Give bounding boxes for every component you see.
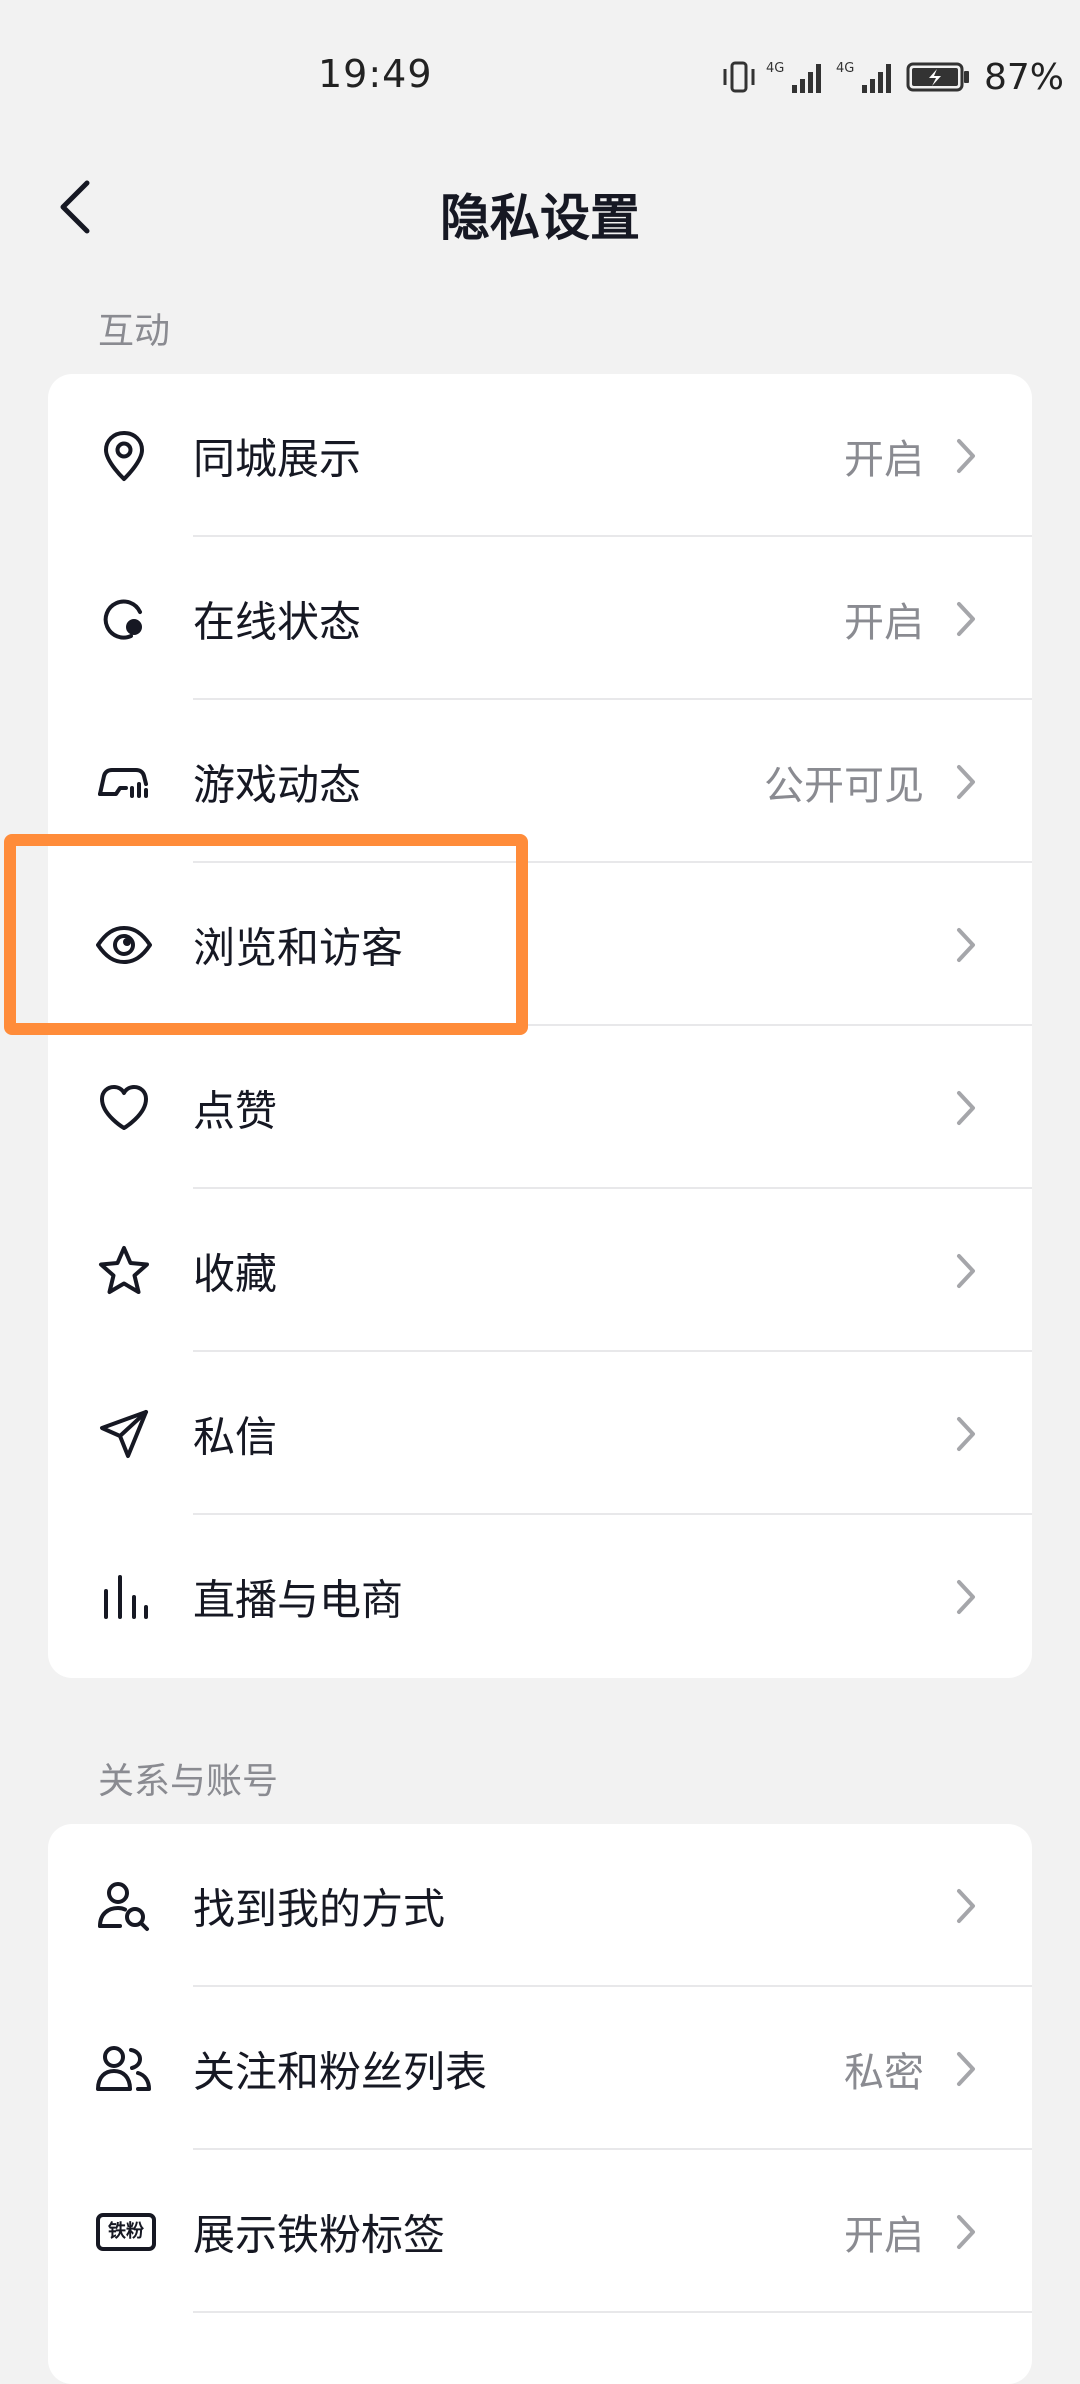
signal-label-1: 4G bbox=[766, 61, 784, 76]
heart-icon bbox=[94, 1078, 154, 1138]
chevron-right-icon bbox=[952, 1249, 980, 1293]
chevron-right-icon bbox=[952, 434, 980, 478]
battery-percent: 87% bbox=[983, 56, 1064, 98]
eye-icon bbox=[94, 915, 154, 975]
status-icons: 4G 4G 87% bbox=[720, 52, 1064, 102]
paper-plane-icon bbox=[94, 1404, 154, 1464]
gamepad-icon bbox=[94, 752, 154, 812]
row-label: 在线状态 bbox=[193, 597, 362, 646]
settings-row-messages[interactable]: 私信 bbox=[48, 1352, 1032, 1515]
settings-row-favorites[interactable]: 收藏 bbox=[48, 1189, 1032, 1352]
relationship-settings-card: 找到我的方式 关注和粉丝列表 私密 铁粉 展示铁粉标签 开启 bbox=[48, 1824, 1032, 2384]
settings-row-find-me[interactable]: 找到我的方式 bbox=[48, 1824, 1032, 1987]
row-label: 直播与电商 bbox=[193, 1575, 404, 1624]
chevron-right-icon bbox=[952, 760, 980, 804]
chevron-right-icon bbox=[952, 923, 980, 967]
page-title: 隐私设置 bbox=[440, 189, 640, 247]
signal-4g-icon: 4G bbox=[766, 61, 821, 93]
row-label: 游戏动态 bbox=[193, 760, 362, 809]
chevron-right-icon bbox=[952, 1412, 980, 1456]
settings-row-local-display[interactable]: 同城展示 开启 bbox=[48, 374, 1032, 537]
star-icon bbox=[94, 1241, 154, 1301]
chevron-right-icon bbox=[952, 2047, 980, 2091]
vibrate-icon bbox=[723, 61, 755, 93]
battery-charging-icon bbox=[906, 62, 969, 92]
settings-row-iron-fan-badge[interactable]: 铁粉 展示铁粉标签 开启 bbox=[48, 2150, 1032, 2313]
signal-4g-icon-2: 4G bbox=[836, 61, 891, 93]
settings-row-follow-fans-list[interactable]: 关注和粉丝列表 私密 bbox=[48, 1987, 1032, 2150]
chevron-right-icon bbox=[952, 2210, 980, 2254]
row-divider bbox=[193, 2311, 1032, 2313]
settings-row-online-status[interactable]: 在线状态 开启 bbox=[48, 537, 1032, 700]
users-icon bbox=[94, 2039, 154, 2099]
row-value: 私密 bbox=[844, 2049, 924, 2096]
nav-bar: 隐私设置 bbox=[0, 150, 1080, 270]
row-label: 私信 bbox=[193, 1412, 278, 1461]
signal-label-2: 4G bbox=[836, 61, 854, 76]
chevron-right-icon bbox=[952, 1575, 980, 1619]
section-label-interaction: 互动 bbox=[98, 311, 171, 352]
chevron-right-icon bbox=[952, 1884, 980, 1928]
user-search-icon bbox=[94, 1876, 154, 1936]
online-status-icon bbox=[94, 589, 154, 649]
row-label: 同城展示 bbox=[193, 434, 362, 483]
bar-chart-icon bbox=[94, 1567, 154, 1627]
row-label: 点赞 bbox=[193, 1086, 278, 1135]
settings-row-live-ecommerce[interactable]: 直播与电商 bbox=[48, 1515, 1032, 1678]
row-value: 开启 bbox=[844, 599, 924, 646]
row-label: 展示铁粉标签 bbox=[193, 2210, 446, 2259]
settings-row-browsing-visitors[interactable]: 浏览和访客 bbox=[48, 863, 1032, 1026]
iron-fan-badge-text: 铁粉 bbox=[96, 2212, 156, 2251]
settings-row-likes[interactable]: 点赞 bbox=[48, 1026, 1032, 1189]
interaction-settings-card: 同城展示 开启 在线状态 开启 游戏动态 公开可见 浏览和访客 点赞 收藏 私信… bbox=[48, 374, 1032, 1678]
row-label: 找到我的方式 bbox=[193, 1884, 446, 1933]
location-pin-icon bbox=[94, 426, 154, 486]
settings-row-game-activity[interactable]: 游戏动态 公开可见 bbox=[48, 700, 1032, 863]
chevron-right-icon bbox=[952, 1086, 980, 1130]
section-label-relationships: 关系与账号 bbox=[98, 1761, 279, 1802]
status-time: 19:49 bbox=[318, 52, 433, 96]
status-bar: 19:49 4G 4G 87% bbox=[0, 0, 1080, 150]
row-value: 公开可见 bbox=[764, 762, 924, 809]
row-label: 关注和粉丝列表 bbox=[193, 2047, 488, 2096]
chevron-right-icon bbox=[952, 597, 980, 641]
row-value: 开启 bbox=[844, 2212, 924, 2259]
row-label: 收藏 bbox=[193, 1249, 278, 1298]
row-value: 开启 bbox=[844, 436, 924, 483]
row-label: 浏览和访客 bbox=[193, 923, 404, 972]
iron-fan-badge-icon: 铁粉 bbox=[94, 2202, 158, 2262]
